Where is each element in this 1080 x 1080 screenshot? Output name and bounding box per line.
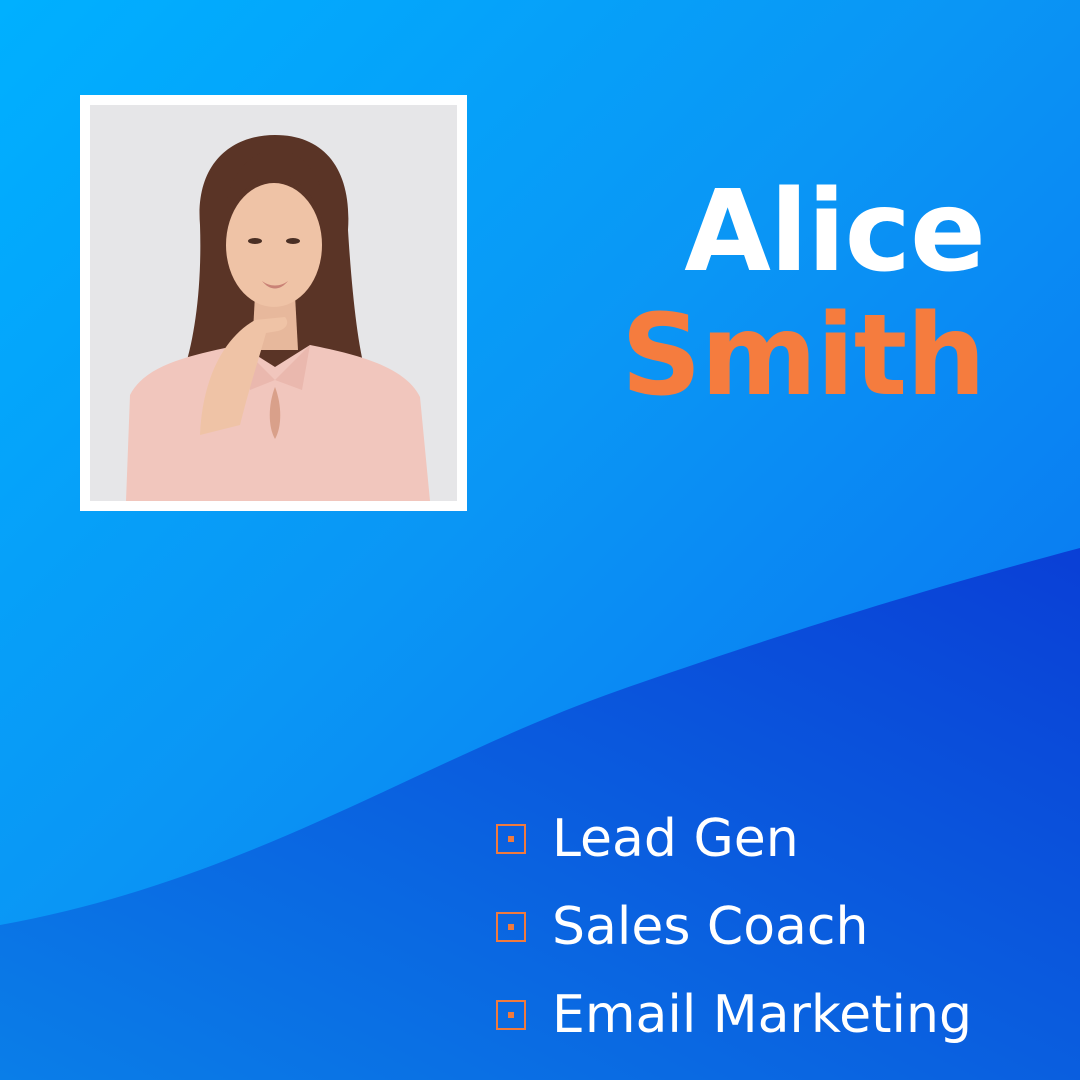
person-name: Alice Smith xyxy=(620,167,986,421)
last-name: Smith xyxy=(620,291,986,421)
skill-item: Sales Coach xyxy=(496,883,972,971)
skill-label: Lead Gen xyxy=(552,809,799,869)
first-name: Alice xyxy=(684,167,986,297)
skill-label: Email Marketing xyxy=(552,985,972,1045)
profile-card: Alice Smith Lead Gen Sales Coach Email M… xyxy=(0,0,1080,1080)
skill-item: Email Marketing xyxy=(496,971,972,1059)
skill-label: Sales Coach xyxy=(552,897,869,957)
profile-photo xyxy=(90,105,457,501)
profile-photo-frame xyxy=(80,95,467,511)
square-dot-icon xyxy=(496,1000,526,1030)
skills-list: Lead Gen Sales Coach Email Marketing xyxy=(496,795,972,1059)
skill-item: Lead Gen xyxy=(496,795,972,883)
square-dot-icon xyxy=(496,824,526,854)
square-dot-icon xyxy=(496,912,526,942)
